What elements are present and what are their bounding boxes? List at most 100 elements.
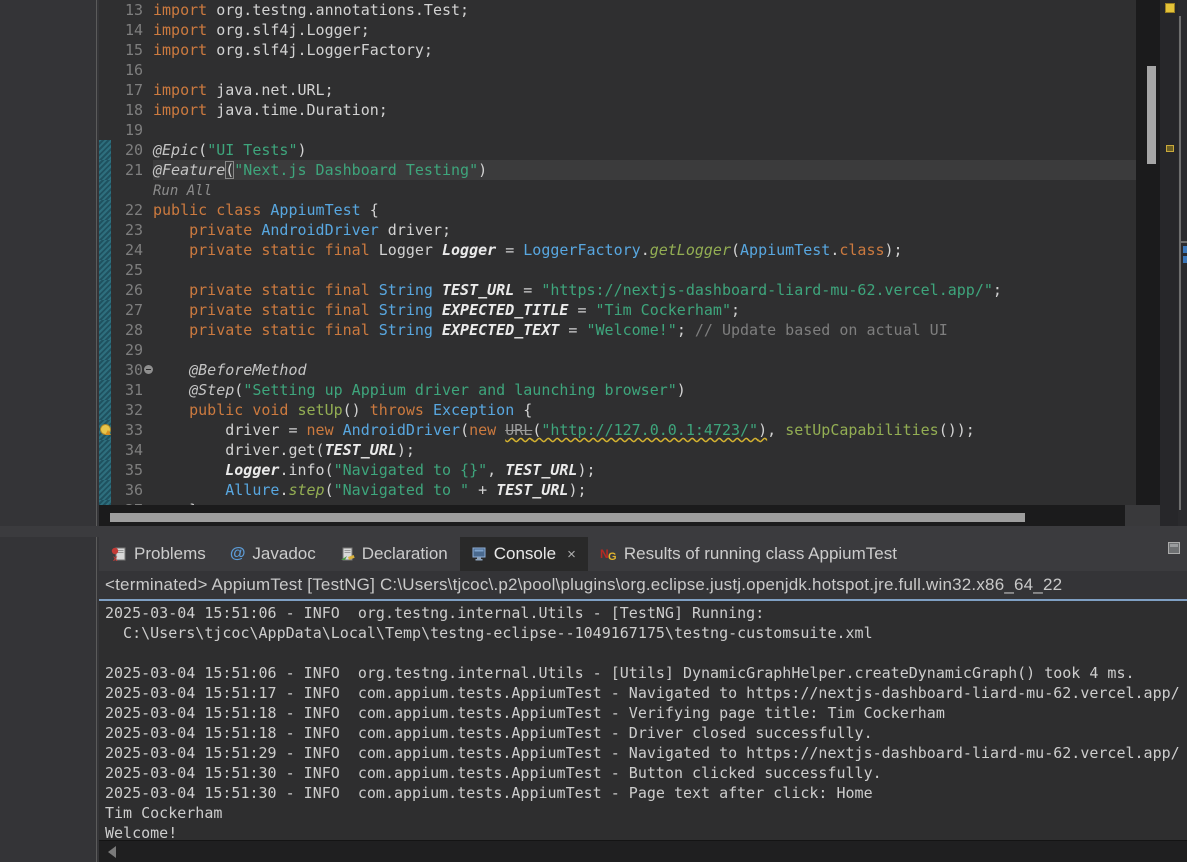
scroll-left-arrow-icon[interactable] [108,846,116,858]
editor-vertical-scrollbar-thumb[interactable] [1147,66,1156,164]
console-line: 2025-03-04 15:51:18 - INFO com.appium.te… [105,723,1187,743]
change-bar [99,120,111,140]
change-bar [99,460,111,480]
fold-column [143,240,153,260]
fold-column [143,420,153,440]
code-text[interactable]: Logger.info("Navigated to {}", TEST_URL)… [153,460,1136,480]
tab-declaration[interactable]: Declaration [328,537,460,571]
code-line: 28 private static final String EXPECTED_… [99,320,1136,340]
console-icon [472,547,487,561]
fold-column [143,260,153,280]
code-text[interactable] [153,60,1136,80]
code-line: 30 @BeforeMethod [99,360,1136,380]
code-line: 19 [99,120,1136,140]
restore-view-button[interactable] [1168,542,1180,554]
code-text[interactable]: @Feature("Next.js Dashboard Testing") [153,160,1136,180]
tab-results[interactable]: NGResults of running class AppiumTest [588,537,909,571]
console-line: C:\Users\tjcoc\AppData\Local\Temp\testng… [105,623,1187,643]
close-icon[interactable]: × [567,546,576,563]
change-bar [99,140,111,160]
code-text[interactable]: public class AppiumTest { [153,200,1136,220]
quickfix-bulb-icon[interactable] [100,424,110,436]
overview-ruler[interactable] [1160,0,1178,526]
line-number: 32 [111,400,143,420]
code-text[interactable] [153,340,1136,360]
tab-javadoc[interactable]: @Javadoc [218,537,328,571]
code-text[interactable]: private AndroidDriver driver; [153,220,1136,240]
line-number: 15 [111,40,143,60]
line-number: 22 [111,200,143,220]
code-line: 22 public class AppiumTest { [99,200,1136,220]
change-bar [99,420,111,440]
console-line: 2025-03-04 15:51:30 - INFO com.appium.te… [105,763,1187,783]
line-number: 21 [111,160,143,180]
fold-column [143,140,153,160]
code-lens-row: Run All [99,180,1136,200]
code-text[interactable]: Run All [153,180,1136,200]
warning-marker-icon[interactable] [1166,145,1174,152]
line-number: 24 [111,240,143,260]
code-text[interactable] [153,120,1136,140]
change-bar [99,360,111,380]
editor-panel-sash[interactable] [0,526,1187,537]
editor-vertical-scrollbar[interactable] [1136,0,1160,505]
code-text[interactable]: @Epic("UI Tests") [153,140,1136,160]
change-bar [99,440,111,460]
right-edge-divider-notch [1179,241,1187,243]
code-line: 17import java.net.URL; [99,80,1136,100]
code-text[interactable]: @Step("Setting up Appium driver and laun… [153,380,1136,400]
code-text[interactable]: private static final String EXPECTED_TIT… [153,300,1136,320]
code-text[interactable]: @BeforeMethod [153,360,1136,380]
line-number: 19 [111,120,143,140]
console-line: 2025-03-04 15:51:06 - INFO org.testng.in… [105,663,1187,683]
code-text[interactable]: import java.time.Duration; [153,100,1136,120]
tab-label: Javadoc [252,544,315,564]
minimized-view-icon[interactable] [1183,256,1187,263]
code-text[interactable]: private static final Logger Logger = Log… [153,240,1136,260]
code-line: 21 @Feature("Next.js Dashboard Testing") [99,160,1136,180]
code-text[interactable]: private static final String EXPECTED_TEX… [153,320,1136,340]
tab-label: Results of running class AppiumTest [624,544,897,564]
console-status-line: <terminated> AppiumTest [TestNG] C:\User… [99,571,1187,599]
line-number: 16 [111,60,143,80]
change-bar [99,320,111,340]
editor-horizontal-scrollbar-thumb[interactable] [110,513,1025,522]
code-text[interactable]: Allure.step("Navigated to " + TEST_URL); [153,480,1136,500]
code-text[interactable] [153,260,1136,280]
minimized-view-icon[interactable] [1183,246,1187,253]
code-line: 31 @Step("Setting up Appium driver and l… [99,380,1136,400]
code-line: 27 private static final String EXPECTED_… [99,300,1136,320]
code-text[interactable]: private static final String TEST_URL = "… [153,280,1136,300]
line-number: 14 [111,20,143,40]
tab-console[interactable]: Console× [460,537,588,571]
code-text[interactable]: import org.slf4j.LoggerFactory; [153,40,1136,60]
code-text[interactable]: import org.testng.annotations.Test; [153,0,1136,20]
code-text[interactable]: import java.net.URL; [153,80,1136,100]
change-bar [99,380,111,400]
java-editor[interactable]: 13 import org.testng.annotations.Test; 14 i… [99,0,1136,511]
fold-column [143,180,153,200]
code-line: 25 [99,260,1136,280]
code-text[interactable]: public void setUp() throws Exception { [153,400,1136,420]
console-output[interactable]: 2025-03-04 15:51:06 - INFO org.testng.in… [99,601,1187,840]
console-line: 2025-03-04 15:51:30 - INFO com.appium.te… [105,783,1187,803]
line-number: 35 [111,460,143,480]
code-line: 26 private static final String TEST_URL … [99,280,1136,300]
line-number: 13 [111,0,143,20]
occurrence-marker-icon[interactable] [1165,3,1175,13]
code-line: 33 driver = new AndroidDriver(new URL("h… [99,420,1136,440]
fold-collapse-icon[interactable] [144,365,153,374]
editor-horizontal-scrollbar[interactable] [99,505,1125,526]
code-text[interactable]: driver.get(TEST_URL); [153,440,1136,460]
code-line: 18import java.time.Duration; [99,100,1136,120]
code-text[interactable]: import org.slf4j.Logger; [153,20,1136,40]
code-text[interactable]: driver = new AndroidDriver(new URL("http… [153,420,1136,440]
change-bar [99,0,111,20]
codelens-run-all[interactable]: Run All [153,183,212,199]
tab-problems[interactable]: xProblems [99,537,218,571]
console-line [105,643,1187,663]
left-panel-area [0,0,97,862]
code-line: 29 [99,340,1136,360]
console-horizontal-scrollbar[interactable] [99,840,1187,862]
code-line: 20@Epic("UI Tests") [99,140,1136,160]
